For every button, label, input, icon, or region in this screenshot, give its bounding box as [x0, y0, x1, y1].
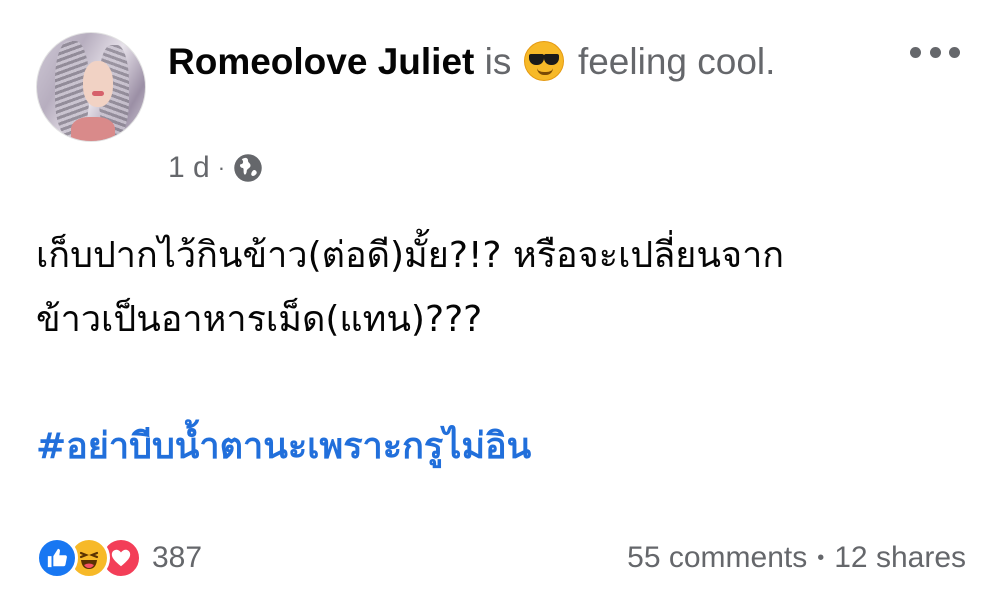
- stats-separator: •: [817, 546, 825, 569]
- avatar[interactable]: [36, 32, 146, 142]
- post-body: เก็บปากไว้กินข้าว(ต่อดี)มั้ย?!? หรือจะเป…: [36, 224, 956, 352]
- post-header: Romeolove Juliet is feeling cool.: [168, 36, 818, 88]
- author-name[interactable]: Romeolove Juliet: [168, 41, 474, 82]
- globe-icon[interactable]: [233, 153, 263, 183]
- feeling-text[interactable]: feeling cool.: [578, 41, 775, 82]
- meta-separator: ·: [217, 155, 226, 180]
- timestamp[interactable]: 1 d: [168, 148, 210, 188]
- more-horizontal-icon[interactable]: [910, 40, 960, 64]
- post-stats: 55 comments • 12 shares: [627, 541, 966, 575]
- reaction-count[interactable]: 387: [152, 541, 202, 575]
- verb-text: is: [484, 41, 512, 82]
- post-meta: 1 d ·: [168, 148, 263, 188]
- comments-count[interactable]: 55 comments: [627, 541, 807, 575]
- hashtag-link[interactable]: #อย่าบีบน้ำตานะเพราะกรูไม่อิน: [36, 415, 531, 479]
- like-icon: [36, 537, 78, 579]
- post-footer: 387 55 comments • 12 shares: [36, 536, 966, 580]
- post-body-line: เก็บปากไว้กินข้าว(ต่อดี)มั้ย?!? หรือจะเป…: [36, 235, 785, 276]
- reactions-summary[interactable]: 387: [36, 537, 202, 579]
- post-body-line: ข้าวเป็นอาหารเม็ด(แทน)???: [36, 299, 483, 340]
- smiling-face-with-sunglasses-icon: [523, 41, 564, 81]
- feed-post: Romeolove Juliet is feeling cool. 1 d · …: [0, 0, 1000, 604]
- shares-count[interactable]: 12 shares: [834, 541, 966, 575]
